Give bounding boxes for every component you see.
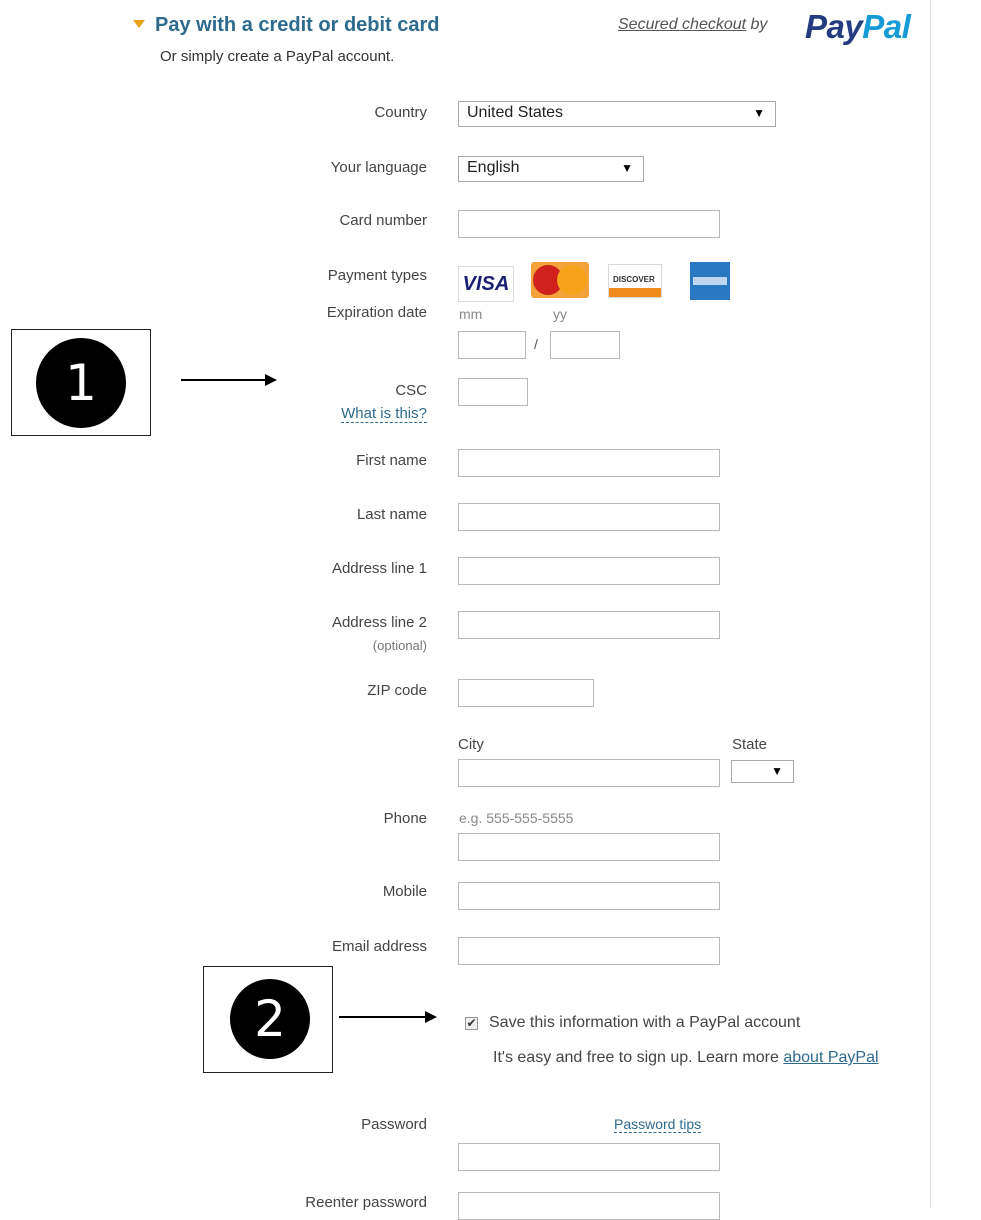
address1-input[interactable] [458, 557, 720, 585]
password-label: Password [361, 1116, 427, 1133]
exp-month-input[interactable] [458, 331, 526, 359]
callout-number-1: 1 [36, 338, 126, 428]
panel-divider [930, 0, 931, 1208]
state-label: State [732, 736, 768, 753]
csc-label: CSC [395, 382, 427, 399]
callout-number-2: 2 [230, 979, 310, 1059]
password-input[interactable] [458, 1143, 720, 1171]
secured-by-text: by [750, 16, 768, 33]
save-info-checkbox[interactable]: ✔ [465, 1017, 478, 1030]
discover-logo: DISCOVER [608, 264, 662, 298]
email-input[interactable] [458, 937, 720, 965]
mobile-input[interactable] [458, 882, 720, 910]
expiration-label: Expiration date [326, 304, 427, 321]
callout-box-2: 2 [203, 966, 333, 1073]
secured-checkout-link[interactable]: Secured checkout [618, 16, 746, 33]
language-value: English [467, 159, 520, 176]
arrow-head-icon [265, 374, 277, 386]
phone-input[interactable] [458, 833, 720, 861]
last-name-input[interactable] [458, 503, 720, 531]
exp-separator: / [534, 336, 538, 352]
address2-label: Address line 2 [331, 614, 427, 631]
section-subtitle: Or simply create a PayPal account. [160, 48, 395, 65]
country-label: Country [374, 104, 427, 121]
save-info-label: Save this information with a PayPal acco… [489, 1014, 801, 1031]
triangle-down-icon [133, 19, 145, 28]
city-label: City [458, 736, 484, 753]
arrow-head-icon [425, 1011, 437, 1023]
signup-text: It's easy and free to sign up. Learn mor… [493, 1049, 779, 1066]
dropdown-arrow-icon: ▼ [753, 106, 765, 120]
exp-year-hint: yy [553, 306, 567, 322]
exp-month-hint: mm [459, 306, 483, 322]
card-number-input[interactable] [458, 210, 720, 238]
callout-arrow-2 [339, 1016, 427, 1018]
phone-label: Phone [383, 810, 427, 827]
mobile-label: Mobile [382, 883, 427, 900]
state-select[interactable]: ▼ [731, 760, 794, 783]
address2-optional-note: (optional) [372, 638, 427, 653]
city-input[interactable] [458, 759, 720, 787]
csc-input[interactable] [458, 378, 528, 406]
address2-input[interactable] [458, 611, 720, 639]
card-number-label: Card number [339, 212, 427, 229]
visa-logo: VISA [458, 266, 514, 302]
mastercard-logo [531, 262, 589, 298]
zip-label: ZIP code [367, 682, 427, 699]
country-select[interactable]: United States ▼ [458, 101, 776, 127]
address1-label: Address line 1 [331, 560, 427, 577]
reenter-password-label: Reenter password [305, 1194, 427, 1211]
dropdown-arrow-icon: ▼ [771, 764, 783, 778]
password-tips-link[interactable]: Password tips [614, 1116, 702, 1133]
callout-box-1: 1 [11, 329, 151, 436]
section-title: Pay with a credit or debit card [155, 14, 440, 36]
phone-hint: e.g. 555-555-5555 [459, 810, 574, 826]
dropdown-arrow-icon: ▼ [621, 161, 633, 175]
callout-arrow-1 [181, 379, 267, 381]
about-paypal-link[interactable]: about PayPal [783, 1049, 878, 1066]
exp-year-input[interactable] [550, 331, 620, 359]
first-name-label: First name [356, 452, 427, 469]
reenter-password-input[interactable] [458, 1192, 720, 1220]
paypal-logo: PayPal [805, 8, 911, 45]
signup-info: It's easy and free to sign up. Learn mor… [493, 1045, 893, 1071]
country-value: United States [467, 104, 564, 121]
last-name-label: Last name [356, 506, 427, 523]
csc-help-link[interactable]: What is this? [341, 405, 427, 423]
language-select[interactable]: English ▼ [458, 156, 644, 182]
first-name-input[interactable] [458, 449, 720, 477]
language-label: Your language [330, 159, 427, 176]
zip-input[interactable] [458, 679, 594, 707]
amex-logo [690, 262, 730, 300]
payment-types-label: Payment types [327, 267, 427, 284]
email-label: Email address [331, 938, 427, 955]
section-toggle[interactable]: Pay with a credit or debit card [133, 14, 440, 37]
secured-checkout: Secured checkout by [618, 16, 767, 34]
